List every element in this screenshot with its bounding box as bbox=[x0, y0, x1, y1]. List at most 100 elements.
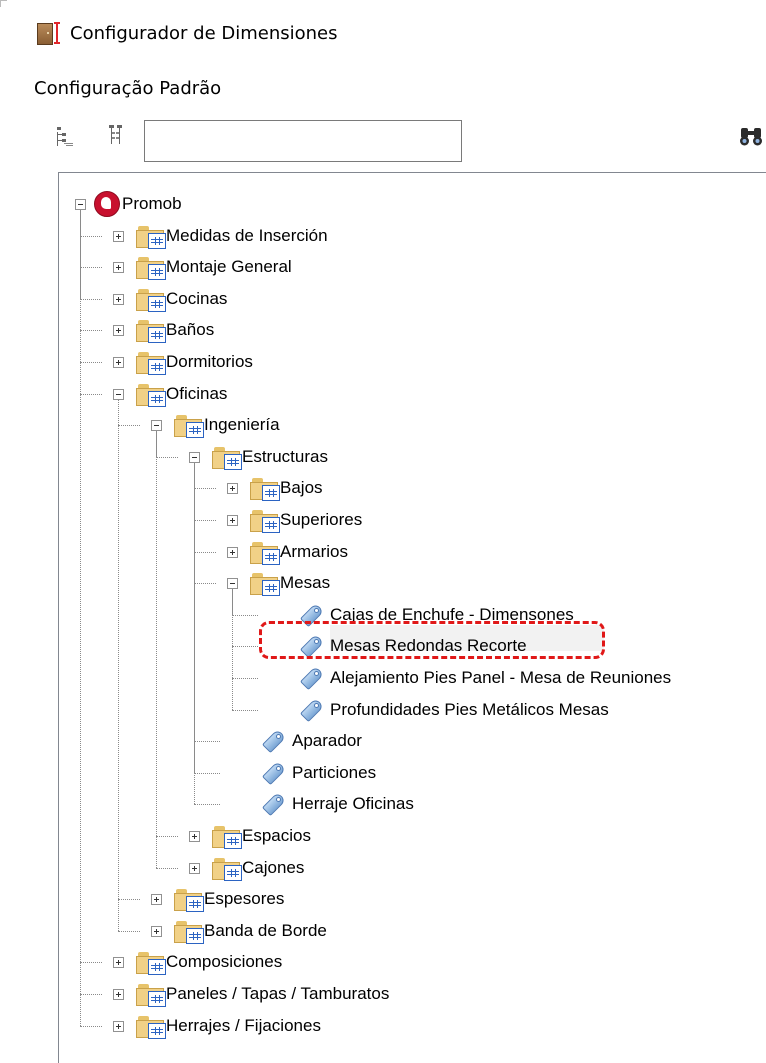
toggle-plus-bar bbox=[156, 897, 157, 903]
expand-toggle-icon[interactable] bbox=[113, 230, 124, 242]
tag-icon bbox=[296, 697, 325, 722]
folder-icon bbox=[136, 382, 166, 407]
toggle-plus-bar bbox=[194, 865, 195, 871]
tree-connector-horizontal bbox=[80, 962, 102, 964]
tree-node-label: Promob bbox=[122, 194, 182, 213]
tree-node-label: Cocinas bbox=[166, 288, 228, 308]
folder-document bbox=[186, 927, 204, 944]
expand-toggle-icon[interactable] bbox=[151, 925, 162, 937]
folder-icon bbox=[136, 950, 166, 976]
collapse-toggle-icon[interactable] bbox=[75, 199, 86, 210]
tag-hole bbox=[314, 671, 319, 676]
folder-icon bbox=[250, 508, 280, 533]
collapse-toggle-icon[interactable] bbox=[189, 451, 200, 463]
expand-toggle-icon[interactable] bbox=[189, 831, 200, 842]
folder-document bbox=[148, 327, 166, 344]
toggle-plus-bar bbox=[118, 265, 119, 271]
tree-node-label: Mesas bbox=[280, 573, 331, 593]
tree-connector-horizontal bbox=[194, 772, 220, 774]
tree-connector-horizontal bbox=[232, 614, 258, 616]
tree-node-label: Banda de Borde bbox=[204, 920, 327, 940]
collapse-toggle-icon[interactable] bbox=[227, 578, 238, 590]
folder-document bbox=[148, 959, 166, 976]
toggle-plus-bar bbox=[118, 360, 119, 365]
tree-node-label: Particiones bbox=[292, 762, 377, 782]
tag-icon bbox=[258, 792, 287, 817]
tree-node-label: Medidas de Inserción bbox=[166, 225, 328, 245]
expand-tree-icon[interactable] bbox=[56, 126, 74, 148]
tree-connector-vertical bbox=[118, 391, 119, 931]
tree-connector-vertical bbox=[194, 454, 195, 805]
binoculars-icon[interactable] bbox=[738, 124, 766, 148]
folder-icon bbox=[136, 1014, 166, 1039]
expand-toggle-icon[interactable] bbox=[227, 483, 238, 495]
folder-icon bbox=[250, 540, 280, 565]
tree-node-label: Dormitorios bbox=[166, 352, 253, 371]
tree-connector-horizontal bbox=[80, 1025, 102, 1027]
tag-body bbox=[299, 602, 325, 627]
tree-node-label: Herraje Oficinas bbox=[292, 794, 414, 814]
folder-document bbox=[262, 517, 280, 533]
collapse-tree-icon[interactable] bbox=[107, 124, 125, 146]
tree-node-label: Paneles / Tapas / Tamburatos bbox=[166, 984, 390, 1003]
tree-node-label: Superiores bbox=[280, 510, 363, 529]
tree-connector-horizontal bbox=[118, 899, 140, 901]
toggle-plus-bar bbox=[118, 992, 119, 997]
folder-document bbox=[186, 422, 204, 439]
search-input[interactable] bbox=[144, 120, 462, 162]
tree-connector-horizontal bbox=[194, 741, 220, 743]
tree-node-label: Cajas de Enchufe - Dimensones bbox=[330, 604, 574, 624]
toggle-minus-bar bbox=[192, 456, 197, 458]
expand-toggle-icon[interactable] bbox=[113, 262, 124, 274]
tree-node-label: Alejamiento Pies Panel - Mesa de Reunion… bbox=[330, 668, 672, 687]
folder-document bbox=[262, 485, 280, 502]
folder-document bbox=[148, 232, 166, 249]
tree-node-label: Baños bbox=[166, 320, 215, 340]
tag-icon bbox=[258, 729, 287, 754]
folder-document bbox=[224, 864, 242, 881]
expand-toggle-icon[interactable] bbox=[151, 894, 162, 906]
folder-icon bbox=[250, 476, 280, 502]
app-door-icon bbox=[36, 20, 62, 46]
folder-icon bbox=[212, 824, 242, 849]
folder-icon bbox=[136, 318, 166, 344]
tag-body bbox=[299, 665, 325, 691]
expand-toggle-icon[interactable] bbox=[113, 325, 124, 337]
tree-connector-horizontal bbox=[80, 267, 102, 269]
expand-toggle-icon[interactable] bbox=[113, 293, 124, 305]
expand-toggle-icon[interactable] bbox=[227, 546, 238, 558]
tree-connector-horizontal bbox=[80, 235, 102, 237]
expand-toggle-icon[interactable] bbox=[113, 989, 124, 1000]
tag-body bbox=[299, 697, 325, 722]
folder-icon bbox=[136, 982, 166, 1007]
tree-connector-horizontal bbox=[194, 488, 216, 490]
tag-body bbox=[261, 729, 287, 754]
folder-icon bbox=[136, 287, 166, 312]
title-bar: Configurador de Dimensiones bbox=[36, 18, 338, 48]
tree-connector-vertical bbox=[232, 581, 233, 710]
tree-connector-horizontal bbox=[80, 330, 102, 332]
tree-node-label: Composiciones bbox=[166, 952, 283, 972]
tree-connector-vertical bbox=[156, 423, 157, 868]
tree-connector-horizontal bbox=[232, 678, 258, 679]
expand-toggle-icon[interactable] bbox=[227, 515, 238, 526]
folder-document bbox=[224, 453, 242, 470]
expand-toggle-icon[interactable] bbox=[113, 957, 124, 969]
folder-document bbox=[148, 991, 166, 1007]
expand-toggle-icon[interactable] bbox=[113, 357, 124, 368]
folder-document bbox=[148, 264, 166, 281]
toggle-plus-bar bbox=[194, 834, 195, 839]
tree-connector-horizontal bbox=[194, 551, 216, 553]
toggle-plus-bar bbox=[118, 328, 119, 334]
folder-icon bbox=[174, 413, 204, 439]
tree-node-label: Armarios bbox=[280, 541, 349, 561]
toggle-plus-bar bbox=[232, 518, 233, 523]
tree-connector-horizontal bbox=[156, 867, 178, 869]
tag-icon bbox=[296, 665, 325, 691]
expand-toggle-icon[interactable] bbox=[189, 862, 200, 874]
collapse-toggle-icon[interactable] bbox=[113, 388, 124, 400]
toggle-plus-bar bbox=[232, 549, 233, 555]
expand-toggle-icon[interactable] bbox=[113, 1020, 124, 1032]
collapse-toggle-icon[interactable] bbox=[151, 420, 162, 432]
toggle-plus-bar bbox=[118, 1023, 119, 1029]
